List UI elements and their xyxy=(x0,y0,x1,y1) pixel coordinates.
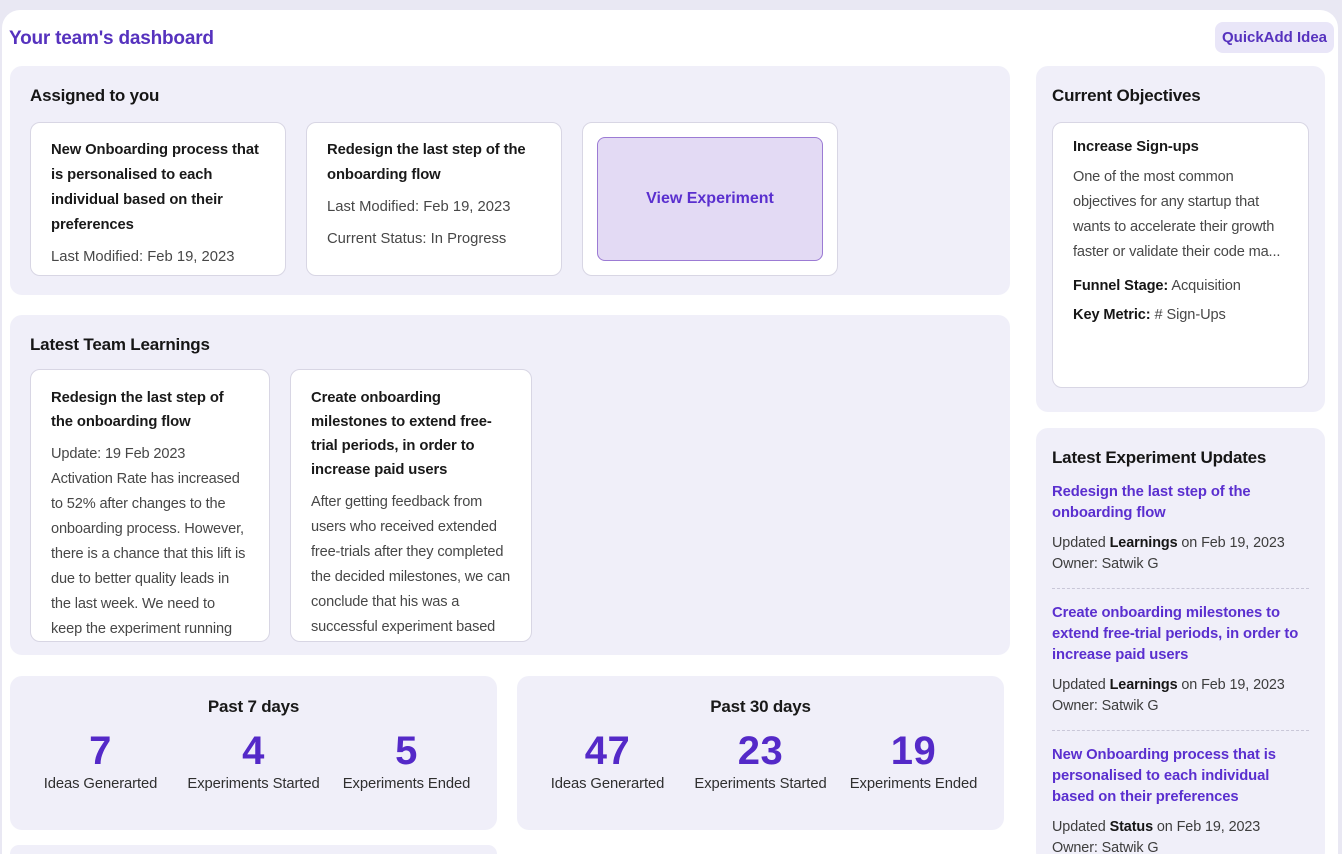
update-item: Create onboarding milestones to extend f… xyxy=(1052,603,1309,731)
stats-row: 47 Ideas Generarted 23 Experiments Start… xyxy=(517,729,1004,792)
view-experiment-button[interactable]: View Experiment xyxy=(597,137,823,261)
update-meta-field: Status xyxy=(1110,819,1153,835)
learnings-section: Latest Team Learnings Redesign the last … xyxy=(10,315,1010,655)
objective-card[interactable]: Increase Sign-ups One of the most common… xyxy=(1052,122,1309,388)
assigned-section: Assigned to you New Onboarding process t… xyxy=(10,66,1010,295)
stat-value: 7 xyxy=(24,729,177,773)
learning-card-body: Update: 19 Feb 2023 Activation Rate has … xyxy=(51,442,249,642)
assigned-card[interactable]: Redesign the last step of the onboarding… xyxy=(306,122,562,276)
update-meta-prefix: Updated xyxy=(1052,535,1110,551)
assigned-heading: Assigned to you xyxy=(30,86,990,106)
key-metric-value: # Sign-Ups xyxy=(1151,307,1226,323)
stat-experiments-started: 4 Experiments Started xyxy=(177,729,330,792)
update-item: New Onboarding process that is personali… xyxy=(1052,745,1309,854)
learning-card-title: Redesign the last step of the onboarding… xyxy=(51,386,249,434)
updates-heading: Latest Experiment Updates xyxy=(1052,448,1309,468)
stat-label: Experiments Ended xyxy=(330,776,483,792)
update-meta: Updated Learnings on Feb 19, 2023 xyxy=(1052,533,1309,554)
assigned-card-title: Redesign the last step of the onboarding… xyxy=(327,138,541,188)
objectives-section: Current Objectives Increase Sign-ups One… xyxy=(1036,66,1325,412)
assigned-card-title: New Onboarding process that is personali… xyxy=(51,138,265,238)
learning-card[interactable]: Redesign the last step of the onboarding… xyxy=(30,369,270,642)
stat-experiments-ended: 19 Experiments Ended xyxy=(837,729,990,792)
update-title-link[interactable]: Redesign the last step of the onboarding… xyxy=(1052,482,1309,524)
assigned-card-last-modified: Last Modified: Feb 19, 2023 xyxy=(51,244,265,270)
objective-key-metric: Key Metric: # Sign-Ups xyxy=(1073,307,1288,323)
learning-card[interactable]: Create onboarding milestones to extend f… xyxy=(290,369,532,642)
key-metric-label: Key Metric: xyxy=(1073,307,1151,323)
update-meta-date: on Feb 19, 2023 xyxy=(1177,677,1284,693)
assigned-card-last-modified: Last Modified: Feb 19, 2023 xyxy=(327,194,541,220)
assigned-card-status: Current Status: In Progress xyxy=(327,226,541,252)
update-meta-prefix: Updated xyxy=(1052,677,1110,693)
stat-experiments-ended: 5 Experiments Ended xyxy=(330,729,483,792)
learning-card-title: Create onboarding milestones to extend f… xyxy=(311,386,511,482)
stats-row: 7 Ideas Generarted 4 Experiments Started… xyxy=(10,729,497,792)
stats-heading: Past 30 days xyxy=(517,697,1004,717)
update-owner: Owner: Satwik G xyxy=(1052,554,1309,575)
stats-panel-past-30-days: Past 30 days 47 Ideas Generarted 23 Expe… xyxy=(517,676,1004,830)
divider xyxy=(1052,588,1309,589)
stat-value: 47 xyxy=(531,729,684,773)
learning-card-body: After getting feedback from users who re… xyxy=(311,490,511,642)
update-meta: Updated Learnings on Feb 19, 2023 xyxy=(1052,675,1309,696)
update-meta-field: Learnings xyxy=(1110,535,1178,551)
updates-section: Latest Experiment Updates Redesign the l… xyxy=(1036,428,1325,854)
stat-ideas-generated: 47 Ideas Generarted xyxy=(531,729,684,792)
dashboard-page: Your team's dashboard QuickAdd Idea Assi… xyxy=(2,10,1338,854)
learnings-heading: Latest Team Learnings xyxy=(30,335,990,355)
stat-label: Ideas Generarted xyxy=(531,776,684,792)
funnel-stage-value: Acquisition xyxy=(1168,278,1241,294)
stat-value: 5 xyxy=(330,729,483,773)
funnel-stage-label: Funnel Stage: xyxy=(1073,278,1168,294)
assigned-card[interactable]: New Onboarding process that is personali… xyxy=(30,122,286,276)
stat-value: 19 xyxy=(837,729,990,773)
update-meta-date: on Feb 19, 2023 xyxy=(1177,535,1284,551)
update-meta: Updated Status on Feb 19, 2023 xyxy=(1052,817,1309,838)
stat-value: 23 xyxy=(684,729,837,773)
update-item: Redesign the last step of the onboarding… xyxy=(1052,482,1309,589)
stat-label: Experiments Started xyxy=(177,776,330,792)
stat-label: Ideas Generarted xyxy=(24,776,177,792)
stat-label: Experiments Started xyxy=(684,776,837,792)
stats-heading: Past 7 days xyxy=(10,697,497,717)
update-meta-field: Learnings xyxy=(1110,677,1178,693)
page-title: Your team's dashboard xyxy=(9,28,214,50)
update-owner: Owner: Satwik G xyxy=(1052,696,1309,717)
learnings-card-list: Redesign the last step of the onboarding… xyxy=(30,369,990,642)
update-meta-prefix: Updated xyxy=(1052,819,1110,835)
update-title-link[interactable]: New Onboarding process that is personali… xyxy=(1052,745,1309,808)
update-owner: Owner: Satwik G xyxy=(1052,838,1309,854)
update-title-link[interactable]: Create onboarding milestones to extend f… xyxy=(1052,603,1309,666)
next-section-partial-panel xyxy=(10,845,497,854)
objective-funnel-stage: Funnel Stage: Acquisition xyxy=(1073,278,1288,294)
objectives-heading: Current Objectives xyxy=(1052,86,1309,106)
objective-body: One of the most common objectives for an… xyxy=(1073,165,1288,265)
stat-value: 4 xyxy=(177,729,330,773)
stat-experiments-started: 23 Experiments Started xyxy=(684,729,837,792)
assigned-card-list: New Onboarding process that is personali… xyxy=(30,122,990,276)
stat-label: Experiments Ended xyxy=(837,776,990,792)
view-experiment-card: View Experiment xyxy=(582,122,838,276)
quickadd-idea-button[interactable]: QuickAdd Idea xyxy=(1215,22,1334,53)
stats-panel-past-7-days: Past 7 days 7 Ideas Generarted 4 Experim… xyxy=(10,676,497,830)
stat-ideas-generated: 7 Ideas Generarted xyxy=(24,729,177,792)
update-meta-date: on Feb 19, 2023 xyxy=(1153,819,1260,835)
objective-title: Increase Sign-ups xyxy=(1073,139,1288,155)
divider xyxy=(1052,730,1309,731)
